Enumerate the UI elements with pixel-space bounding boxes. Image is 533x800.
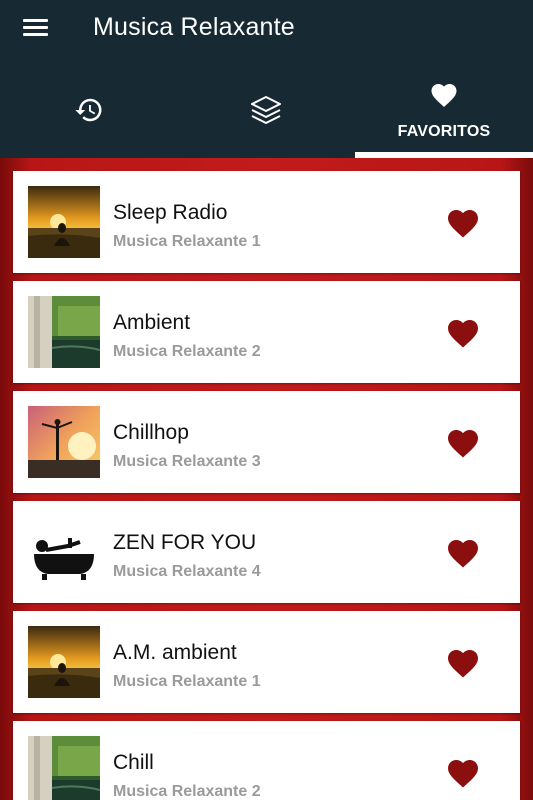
station-name: Sleep Radio: [113, 201, 228, 224]
station-card[interactable]: Chillhop Musica Relaxante 3: [13, 391, 520, 493]
station-name: Ambient: [113, 311, 191, 334]
favorite-heart-icon[interactable]: [445, 535, 481, 569]
station-name: Chill: [113, 751, 154, 774]
station-thumbnail: [28, 186, 100, 258]
favorite-heart-icon[interactable]: [445, 425, 481, 459]
station-thumbnail: [28, 516, 100, 588]
station-card[interactable]: Sleep Radio Musica Relaxante 1: [13, 171, 520, 273]
station-card[interactable]: ZEN FOR YOU Musica Relaxante 4: [13, 501, 520, 603]
station-name: A.M. ambient: [113, 641, 237, 664]
station-card[interactable]: A.M. ambient Musica Relaxante 1: [13, 611, 520, 713]
station-card[interactable]: Chill Musica Relaxante 2: [13, 721, 520, 800]
heart-icon: [431, 84, 457, 107]
station-thumbnail: [28, 296, 100, 368]
layers-icon: [251, 96, 281, 124]
station-card[interactable]: Ambient Musica Relaxante 2: [13, 281, 520, 383]
tab-favorites[interactable]: FAVORITOS: [355, 66, 533, 158]
station-subtitle: Musica Relaxante 2: [113, 783, 261, 800]
station-name: ZEN FOR YOU: [113, 531, 257, 554]
app-title: Musica Relaxante: [93, 13, 295, 41]
station-thumbnail: [28, 736, 100, 800]
station-subtitle: Musica Relaxante 4: [113, 563, 261, 580]
station-subtitle: Musica Relaxante 1: [113, 673, 261, 690]
favorite-heart-icon[interactable]: [445, 645, 481, 679]
favorite-heart-icon[interactable]: [445, 315, 481, 349]
station-name: Chillhop: [113, 421, 189, 444]
station-subtitle: Musica Relaxante 2: [113, 343, 261, 360]
app-bar: Musica Relaxante FAVORITOS: [0, 0, 533, 158]
history-icon: [75, 98, 102, 122]
station-thumbnail: [28, 406, 100, 478]
favorite-heart-icon[interactable]: [445, 205, 481, 239]
favorite-heart-icon[interactable]: [445, 755, 481, 789]
tab-layers[interactable]: [178, 66, 356, 158]
station-thumbnail: [28, 626, 100, 698]
tab-history[interactable]: [0, 66, 178, 158]
station-subtitle: Musica Relaxante 1: [113, 233, 261, 250]
favorites-list: Sleep Radio Musica Relaxante 1 Ambient M…: [0, 158, 533, 800]
tab-favorites-label: FAVORITOS: [397, 123, 491, 140]
station-subtitle: Musica Relaxante 3: [113, 453, 261, 470]
menu-icon[interactable]: [22, 16, 50, 40]
